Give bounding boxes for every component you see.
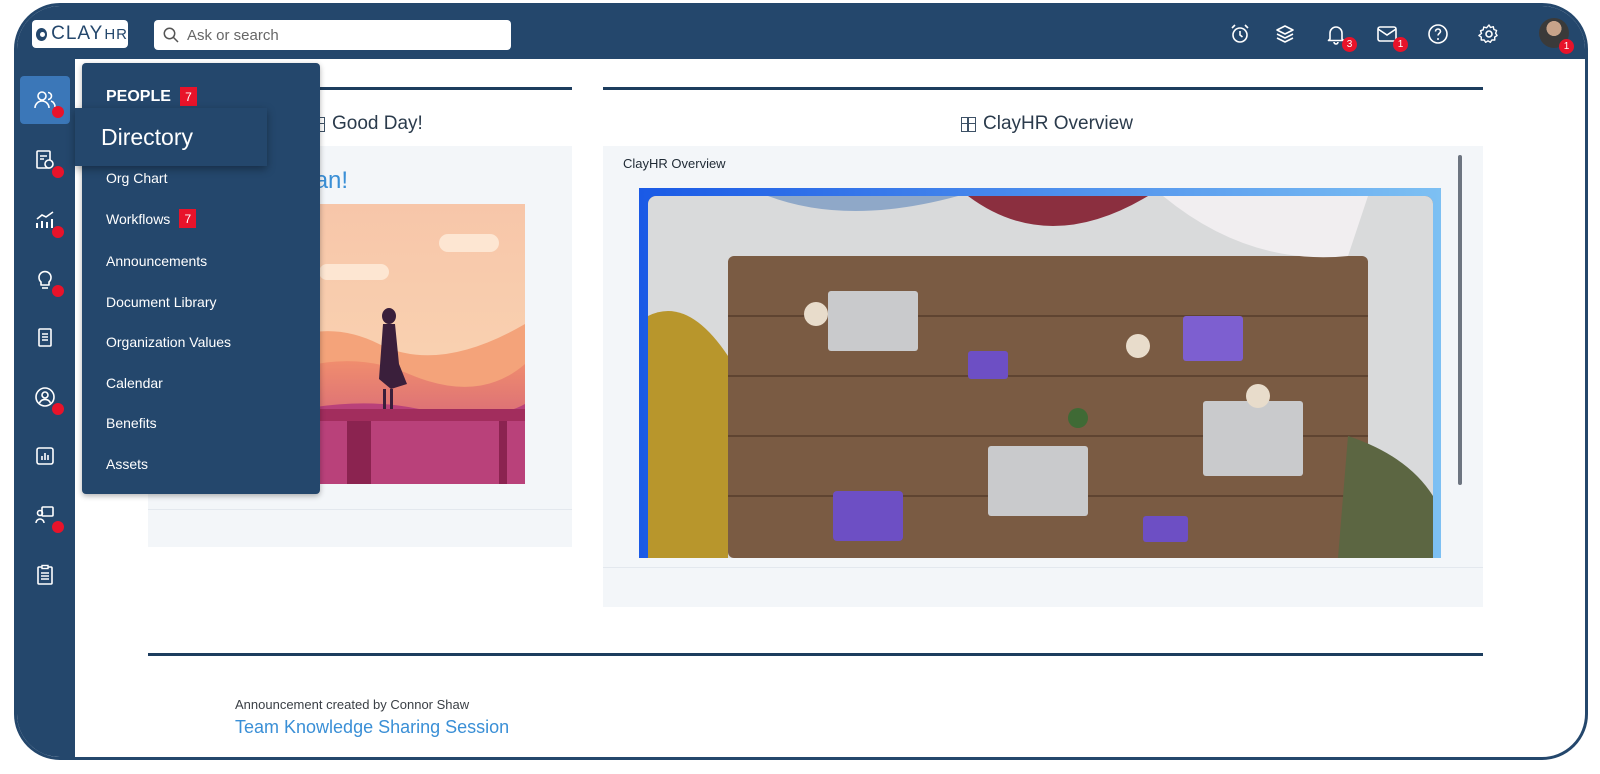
overview-video[interactable] — [648, 196, 1433, 558]
rail-item-profile[interactable] — [20, 373, 70, 421]
rail-item-ideas[interactable] — [20, 255, 70, 303]
notifications-badge: 3 — [1342, 37, 1357, 52]
menu-item-label: Document Library — [106, 294, 217, 310]
menu-item-label: Calendar — [106, 375, 163, 391]
app-window: CLAY HR 3 1 — [14, 3, 1588, 760]
announcement-title-link[interactable]: Team Knowledge Sharing Session — [235, 717, 509, 738]
alert-dot — [52, 226, 64, 238]
clayhr-logo[interactable]: CLAY HR — [32, 20, 128, 48]
rail-item-performance[interactable] — [20, 196, 70, 244]
overview-card-footer — [603, 567, 1483, 607]
logo-suffix: HR — [104, 25, 128, 43]
right-widget-heading: ClayHR Overview — [961, 113, 1133, 135]
rail-item-time[interactable] — [20, 136, 70, 184]
left-widget-heading: Good Day! — [310, 113, 423, 135]
menu-item-organization-values[interactable]: Organization Values — [106, 334, 231, 350]
left-nav-rail — [17, 59, 75, 757]
right-widget-title: ClayHR Overview — [983, 113, 1133, 134]
menu-item-calendar[interactable]: Calendar — [106, 375, 163, 391]
clipboard-icon — [37, 564, 53, 585]
gear-icon[interactable] — [1477, 22, 1501, 46]
menu-item-announcements[interactable]: Announcements — [106, 253, 207, 269]
menu-item-label: Organization Values — [106, 334, 232, 350]
left-widget-title: Good Day! — [332, 113, 423, 134]
rail-item-notes[interactable] — [20, 314, 70, 362]
alarm-clock-icon[interactable] — [1228, 22, 1252, 46]
overview-scrollbar[interactable] — [1458, 155, 1462, 485]
logo-mark-icon — [36, 27, 48, 41]
report-icon — [36, 447, 54, 465]
announcement-meta: Announcement created by Connor Shaw — [235, 697, 470, 712]
top-bar: CLAY HR 3 1 — [17, 6, 1585, 59]
menu-header: PEOPLE 7 — [106, 87, 197, 106]
alert-dot — [52, 403, 64, 415]
layers-icon[interactable] — [1273, 22, 1297, 46]
avatar-badge: 1 — [1559, 39, 1574, 54]
alert-dot — [52, 521, 64, 533]
alert-dot — [52, 285, 64, 297]
rail-item-people[interactable] — [20, 76, 70, 124]
menu-item-label: Benefits — [106, 415, 157, 431]
grid-icon — [961, 116, 976, 132]
menu-item-label: Workflows — [106, 210, 171, 227]
menu-item-directory[interactable]: Directory — [75, 108, 267, 166]
menu-item-label: Assets — [106, 456, 149, 472]
section-divider — [603, 87, 1483, 90]
rail-item-training[interactable] — [20, 491, 70, 539]
menu-item-org-chart[interactable]: Org Chart — [106, 170, 167, 186]
search-input[interactable] — [187, 26, 487, 44]
alert-dot — [52, 106, 64, 118]
search-icon — [163, 27, 179, 43]
menu-item-document-library[interactable]: Document Library — [106, 294, 217, 310]
messages-badge: 1 — [1393, 37, 1408, 52]
menu-title: PEOPLE — [106, 87, 171, 105]
menu-item-label: Announcements — [106, 253, 208, 269]
menu-item-workflows[interactable]: Workflows 7 — [106, 209, 197, 228]
help-icon[interactable] — [1426, 22, 1450, 46]
menu-item-benefits[interactable]: Benefits — [106, 415, 157, 431]
people-count-badge: 7 — [179, 87, 197, 106]
search-box[interactable] — [154, 20, 511, 50]
menu-item-assets[interactable]: Assets — [106, 456, 148, 472]
overview-label: ClayHR Overview — [623, 156, 726, 171]
workflows-count-badge: 7 — [179, 209, 197, 228]
rail-item-reports[interactable] — [20, 432, 70, 480]
greeting-card-footer — [148, 509, 572, 547]
menu-item-label: Org Chart — [106, 170, 168, 186]
notes-icon — [38, 328, 52, 347]
section-divider — [148, 653, 1483, 656]
alert-dot — [52, 166, 64, 178]
rail-item-tasks[interactable] — [20, 551, 70, 599]
logo-text: CLAY — [51, 23, 104, 44]
